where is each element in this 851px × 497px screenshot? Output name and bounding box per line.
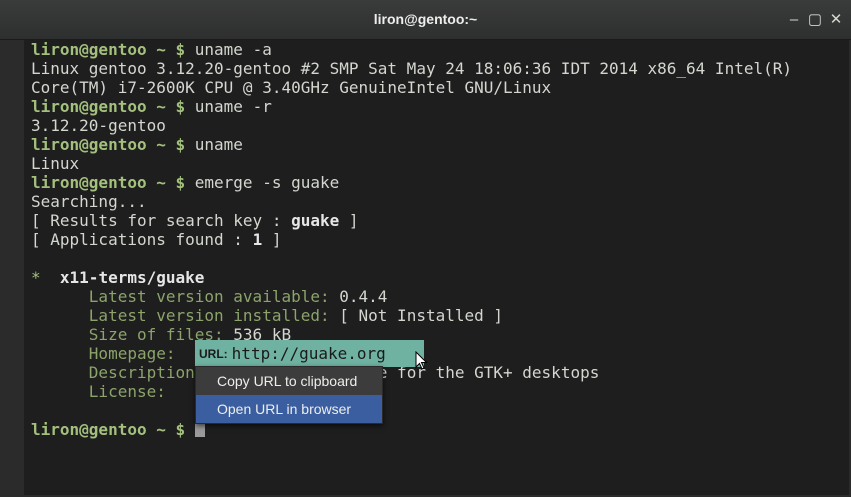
command: uname -a bbox=[194, 40, 272, 59]
title-bar: liron@gentoo:~ ‒ ▢ ✕ bbox=[0, 0, 851, 40]
menu-item-open-url[interactable]: Open URL in browser bbox=[196, 395, 382, 423]
prompt: liron@gentoo ~ $ bbox=[31, 40, 195, 59]
field-value: 0.4.4 bbox=[329, 287, 388, 306]
terminal-line: Core(TM) i7-2600K CPU @ 3.40GHz GenuineI… bbox=[31, 78, 552, 97]
terminal-line: [ Results for search key : guake ] bbox=[31, 211, 359, 230]
terminal-line: Searching... bbox=[31, 192, 147, 211]
terminal-line: 3.12.20-gentoo bbox=[31, 116, 166, 135]
url-text[interactable]: http://guake.org bbox=[232, 344, 386, 363]
terminal-line: Linux gentoo 3.12.20-gentoo #2 SMP Sat M… bbox=[31, 59, 792, 78]
url-tag: URL: bbox=[199, 347, 228, 361]
terminal-area[interactable]: liron@gentoo ~ $ uname -a Linux gentoo 3… bbox=[24, 40, 849, 495]
command: uname bbox=[194, 135, 243, 154]
field-label: License: bbox=[88, 382, 166, 401]
field-value: [ Not Installed ] bbox=[329, 306, 504, 325]
window-title: liron@gentoo:~ bbox=[373, 11, 478, 27]
prompt: liron@gentoo ~ $ bbox=[31, 173, 195, 192]
menu-item-copy-url[interactable]: Copy URL to clipboard bbox=[196, 367, 382, 395]
field-label: Latest version available: bbox=[88, 287, 330, 306]
terminal-line: liron@gentoo ~ $ uname -a bbox=[31, 40, 272, 59]
field-label: Description bbox=[88, 363, 195, 382]
terminal-line: liron@gentoo ~ $ uname bbox=[31, 135, 243, 154]
terminal-line: [ Applications found : 1 ] bbox=[31, 230, 281, 249]
field-label: Homepage: bbox=[88, 344, 176, 363]
terminal-line: License: bbox=[31, 382, 166, 401]
maximize-icon[interactable]: ▢ bbox=[805, 10, 825, 30]
text: ] bbox=[339, 211, 359, 230]
terminal-line: Latest version installed: [ Not Installe… bbox=[31, 306, 503, 325]
terminal-line: Homepage: bbox=[31, 344, 176, 363]
terminal-line: liron@gentoo ~ $ bbox=[31, 420, 205, 439]
command: emerge -s guake bbox=[194, 173, 340, 192]
terminal-line: Latest version available: 0.4.4 bbox=[31, 287, 388, 306]
package-name: x11-terms/guake bbox=[59, 268, 205, 287]
terminal-line: Linux bbox=[31, 154, 80, 173]
text: [ Results for search key : bbox=[31, 211, 292, 230]
prompt: liron@gentoo ~ $ bbox=[31, 420, 195, 439]
terminal-line: liron@gentoo ~ $ uname -r bbox=[31, 97, 272, 116]
context-menu: Copy URL to clipboard Open URL in browse… bbox=[195, 366, 383, 424]
terminal-line: liron@gentoo ~ $ emerge -s guake bbox=[31, 173, 339, 192]
text: [ Applications found : bbox=[31, 230, 253, 249]
terminal-line: * x11-terms/guake bbox=[31, 268, 204, 287]
mouse-pointer-icon bbox=[415, 351, 428, 370]
prompt: liron@gentoo ~ $ bbox=[31, 135, 195, 154]
apps-count: 1 bbox=[252, 230, 263, 249]
text: ] bbox=[262, 230, 282, 249]
field-label: Latest version installed: bbox=[88, 306, 330, 325]
command: uname -r bbox=[194, 97, 272, 116]
prompt: liron@gentoo ~ $ bbox=[31, 97, 195, 116]
close-icon[interactable]: ✕ bbox=[826, 10, 846, 30]
text-cursor bbox=[194, 423, 205, 437]
search-key: guake bbox=[291, 211, 340, 230]
url-highlight[interactable]: URL: http://guake.org bbox=[195, 340, 424, 367]
package-star: * bbox=[31, 268, 41, 287]
minimize-icon[interactable]: ‒ bbox=[784, 10, 804, 30]
